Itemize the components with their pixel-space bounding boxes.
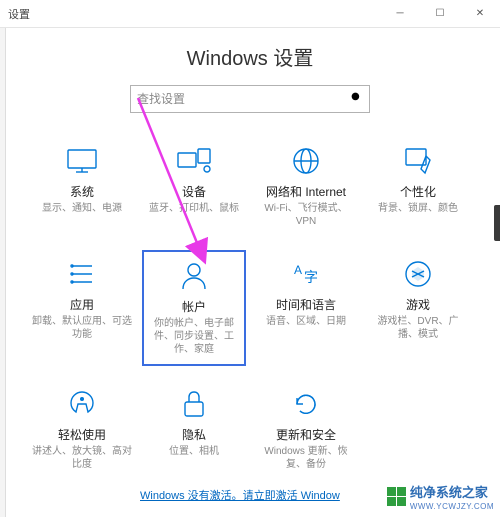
- search-box[interactable]: [130, 85, 370, 113]
- svg-text:A: A: [294, 263, 302, 277]
- tile-personalization[interactable]: 个性化 背景、锁屏、颜色: [366, 137, 470, 236]
- update-icon: [286, 388, 326, 420]
- page-title: Windows 设置: [30, 42, 470, 71]
- settings-grid: 系统 显示、通知、电源 设备 蓝牙、打印机、鼠标 网络和 Internet Wi…: [30, 137, 470, 479]
- tile-desc: 游戏栏、DVR、广播、模式: [368, 315, 468, 341]
- tile-label: 帐户: [182, 298, 206, 315]
- tile-desc: 你的帐户、电子邮件、同步设置、工作、家庭: [146, 317, 242, 356]
- close-button[interactable]: ✕: [460, 0, 500, 28]
- tile-label: 游戏: [406, 296, 430, 313]
- tile-label: 系统: [70, 183, 94, 200]
- window-controls: ─ ☐ ✕: [380, 0, 500, 28]
- accessibility-icon: [62, 388, 102, 420]
- tile-desc: 卸载、默认应用、可选功能: [32, 315, 132, 341]
- tile-label: 个性化: [400, 183, 436, 200]
- gaming-icon: [398, 258, 438, 290]
- tile-desc: Windows 更新、恢复、备份: [256, 445, 356, 471]
- tile-network[interactable]: 网络和 Internet Wi-Fi、飞行模式、VPN: [254, 137, 358, 236]
- display-icon: [62, 145, 102, 177]
- tile-system[interactable]: 系统 显示、通知、电源: [30, 137, 134, 236]
- maximize-button[interactable]: ☐: [420, 0, 460, 28]
- window-title: 设置: [8, 6, 30, 22]
- watermark-logo-icon: [387, 487, 406, 506]
- tile-desc: 语音、区域、日期: [266, 315, 346, 328]
- devices-icon: [174, 145, 214, 177]
- tile-ease-of-access[interactable]: 轻松使用 讲述人、放大镜、高对比度: [30, 380, 134, 479]
- tile-label: 设备: [182, 183, 206, 200]
- tile-desc: 显示、通知、电源: [42, 202, 122, 215]
- tile-desc: 位置、相机: [169, 445, 219, 458]
- titlebar: 设置 ─ ☐ ✕: [0, 0, 500, 28]
- tile-apps[interactable]: 应用 卸载、默认应用、可选功能: [30, 250, 134, 366]
- search-input[interactable]: [137, 92, 350, 106]
- watermark-text: 纯净系统之家 WWW.YCWJZY.COM: [410, 482, 494, 511]
- paint-icon: [398, 145, 438, 177]
- language-icon: A字: [286, 258, 326, 290]
- activation-link[interactable]: Windows 没有激活。请立即激活 Window: [140, 487, 340, 503]
- content-area: Windows 设置 系统 显示、通知、电源 设备: [0, 28, 500, 479]
- tile-desc: 蓝牙、打印机、鼠标: [149, 202, 239, 215]
- settings-window: 设置 ─ ☐ ✕ Windows 设置 系统 显示、通知、电源: [0, 0, 500, 517]
- side-tab[interactable]: [494, 205, 500, 241]
- tile-label: 时间和语言: [276, 296, 336, 313]
- lock-icon: [174, 388, 214, 420]
- globe-icon: [286, 145, 326, 177]
- search-icon: [350, 91, 363, 107]
- person-icon: [174, 260, 214, 292]
- tile-desc: Wi-Fi、飞行模式、VPN: [256, 202, 356, 228]
- watermark: 纯净系统之家 WWW.YCWJZY.COM: [387, 482, 494, 511]
- tile-devices[interactable]: 设备 蓝牙、打印机、鼠标: [142, 137, 246, 236]
- tile-label: 更新和安全: [276, 426, 336, 443]
- svg-text:字: 字: [304, 269, 318, 285]
- tile-label: 网络和 Internet: [266, 183, 346, 200]
- left-edge: [0, 28, 6, 517]
- tile-update-security[interactable]: 更新和安全 Windows 更新、恢复、备份: [254, 380, 358, 479]
- search-wrap: [30, 85, 470, 113]
- tile-desc: 背景、锁屏、颜色: [378, 202, 458, 215]
- tile-privacy[interactable]: 隐私 位置、相机: [142, 380, 246, 479]
- tile-gaming[interactable]: 游戏 游戏栏、DVR、广播、模式: [366, 250, 470, 366]
- minimize-button[interactable]: ─: [380, 0, 420, 28]
- tile-desc: 讲述人、放大镜、高对比度: [32, 445, 132, 471]
- apps-icon: [62, 258, 102, 290]
- tile-label: 轻松使用: [58, 426, 106, 443]
- tile-time-language[interactable]: A字 时间和语言 语音、区域、日期: [254, 250, 358, 366]
- tile-label: 应用: [70, 296, 94, 313]
- tile-accounts[interactable]: 帐户 你的帐户、电子邮件、同步设置、工作、家庭: [142, 250, 246, 366]
- tile-label: 隐私: [182, 426, 206, 443]
